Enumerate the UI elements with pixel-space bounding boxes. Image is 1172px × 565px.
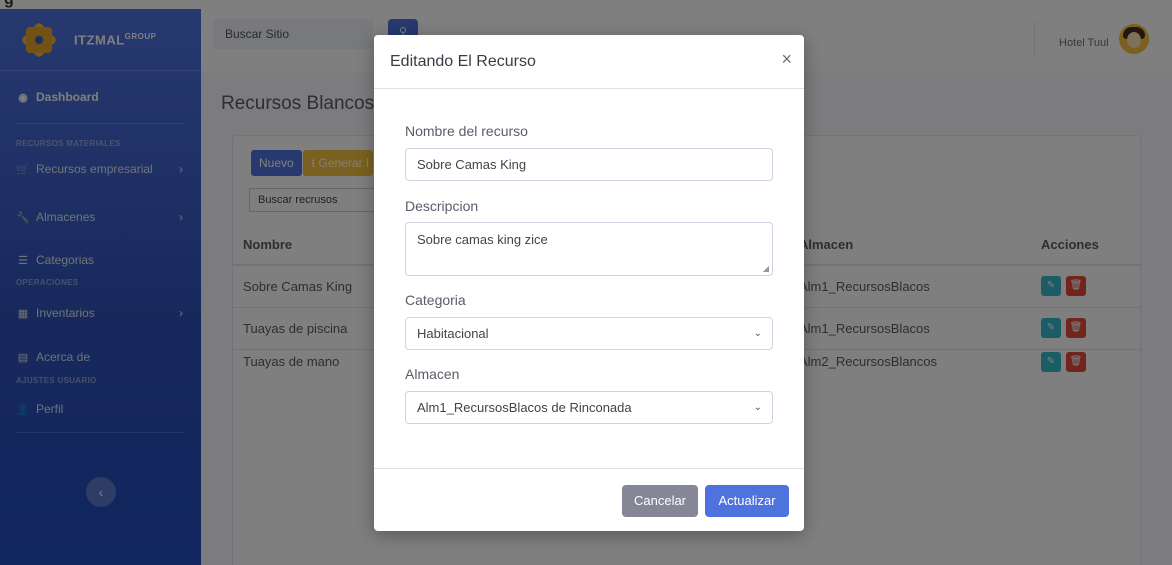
categoria-select[interactable]: Habitacional ⌄ [405, 317, 773, 350]
almacen-select[interactable]: Alm1_RecursosBlacos de Rinconada ⌄ [405, 391, 773, 424]
cancel-button[interactable]: Cancelar [622, 485, 698, 517]
modal-header: Editando El Recurso × [374, 35, 804, 89]
chevron-down-icon: ⌄ [753, 328, 762, 339]
edit-resource-modal: Editando El Recurso × Nombre del recurso… [374, 35, 804, 531]
categoria-label: Categoria [405, 292, 466, 308]
descripcion-label: Descripcion [405, 198, 479, 214]
chevron-down-icon: ⌄ [753, 402, 762, 413]
modal-title: Editando El Recurso [390, 53, 536, 70]
close-icon[interactable]: × [781, 49, 792, 70]
descripcion-textarea[interactable]: Sobre camas king zice ◢ [405, 222, 773, 276]
resize-handle-icon[interactable]: ◢ [763, 264, 769, 273]
nombre-input[interactable]: Sobre Camas King [405, 148, 773, 181]
almacen-label: Almacen [405, 366, 460, 382]
nombre-label: Nombre del recurso [405, 123, 528, 139]
update-button[interactable]: Actualizar [705, 485, 789, 517]
modal-footer: Cancelar Actualizar [374, 468, 804, 531]
